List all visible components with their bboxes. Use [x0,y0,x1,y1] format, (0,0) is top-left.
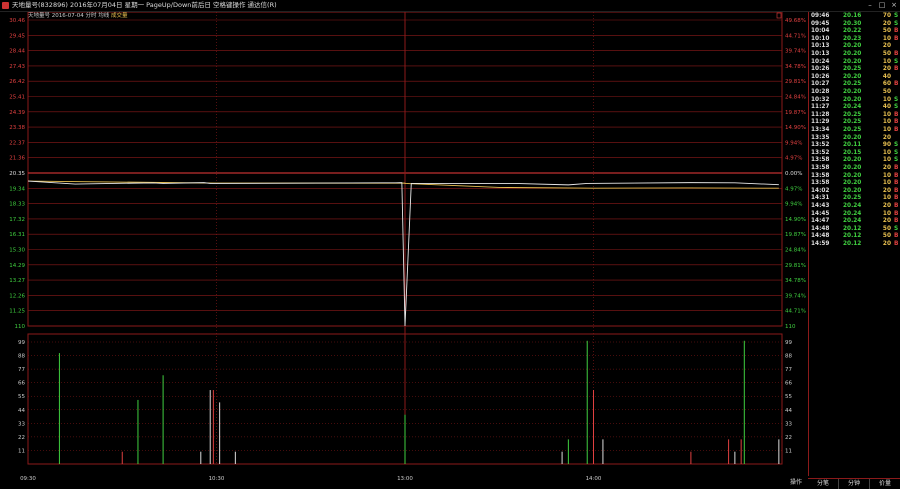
ticker-tabs: 分笔 分钟 价量 [808,478,900,489]
pct-tick-label: 4.97% [785,186,802,192]
volume-tick-label-right: 66 [785,381,792,387]
trade-volume: 20 [882,241,891,247]
intraday-chart[interactable]: 30.46 49.68% 29.45 44.71% 28.44 39.74% 27.43 34… [0,12,808,488]
price-tick-label: 27.43 [9,64,25,70]
trade-row: 14:59 20.12 20 B [809,240,900,248]
pct-tick-label: 9.94% [785,202,802,208]
volume-tick-label: 55 [18,394,25,400]
volume-tick-label: 44 [18,408,25,414]
pct-tick-label: 4.97% [785,156,802,162]
pct-tick-label: 19.87% [785,110,806,116]
price-tick-label: 15.30 [9,248,25,254]
price-tick-label: 30.46 [9,18,25,24]
stock-name: 天地量号 [28,13,51,19]
pct-tick-label: 29.81% [785,79,806,85]
volume-tick-label: 33 [18,421,25,427]
price-tick-label: 14.29 [9,263,25,269]
pct-tick-label: 34.78% [785,278,806,284]
maximize-icon[interactable]: □ [876,0,888,11]
price-tick-label: 20.35 [9,171,25,177]
price-line [27,180,779,327]
price-tick-label: 21.36 [9,156,25,162]
trade-ticker-panel[interactable]: 09:46 20.16 70 S 09:45 20.30 20 S 10:04 20.22 50 B 1… [808,12,900,476]
app-icon [2,2,9,9]
trade-time: 14:59 [811,241,830,247]
pct-tick-label: 110 [785,324,796,330]
volume-tick-label-right: 11 [785,448,792,454]
time-tick-label: 13:00 [397,476,413,482]
trade-side: B [894,241,899,247]
pct-tick-label: 44.71% [785,309,806,315]
pct-tick-label: 0.00% [785,171,802,177]
price-tick-label: 28.44 [9,49,25,55]
pct-tick-label: 34.78% [785,64,806,70]
volume-tick-label: 77 [18,367,25,373]
price-tick-label: 13.27 [9,278,25,284]
title-bar: 天地量号(832896) 2016年07月04日 星期一 PageUp/Down… [0,0,900,12]
price-tick-label: 110 [15,324,26,330]
pct-tick-label: 39.74% [785,49,806,55]
pct-tick-label: 24.84% [785,95,806,101]
chart-subtitle: 天地量号 2016-07-04 分时 均线 成交量 [28,12,128,20]
minimize-icon[interactable]: – [864,0,876,11]
price-tick-label: 11.25 [9,309,25,315]
price-tick-label: 23.38 [9,125,25,131]
avg-price-line [27,180,779,189]
volume-tick-label-right: 88 [785,354,792,360]
price-tick-label: 18.33 [9,202,25,208]
time-tick-label: 10:30 [209,476,225,482]
volume-tick-label-right: 44 [785,408,792,414]
price-tick-label: 17.32 [9,217,25,223]
volume-tick-label: 22 [18,435,25,441]
chart-corner-marker [776,12,782,19]
volume-legend: 成交量 [110,13,128,19]
volume-tick-label-right: 22 [785,435,792,441]
pct-tick-label: 29.81% [785,263,806,269]
volume-tick-label-right: 99 [785,340,792,346]
pct-tick-label: 49.68% [785,18,806,24]
volume-tick-label-right: 55 [785,394,792,400]
trade-price: 20.12 [843,241,862,247]
pct-tick-label: 24.84% [785,248,806,254]
window-title: 天地量号(832896) 2016年07月04日 星期一 PageUp/Down… [12,1,277,9]
pct-tick-label: 39.74% [785,293,806,299]
price-tick-label: 24.39 [9,110,25,116]
price-tick-label: 22.37 [9,140,25,146]
pct-tick-label: 44.71% [785,33,806,39]
price-tick-label: 19.34 [9,186,25,192]
volume-tick-label: 11 [18,448,25,454]
chart-mode: 2016-07-04 分时 均线 [51,13,110,19]
pct-tick-label: 14.90% [785,217,806,223]
volume-tick-label-right: 77 [785,367,792,373]
volume-tick-label-right: 33 [785,421,792,427]
chart-canvas[interactable]: 30.46 49.68% 29.45 44.71% 28.44 39.74% 27.43 34… [0,12,808,488]
time-tick-label: 14:00 [586,476,602,482]
price-tick-label: 26.42 [9,79,25,85]
volume-tick-label: 99 [18,340,25,346]
price-tick-label: 16.31 [9,232,25,238]
price-tick-label: 29.45 [9,33,25,39]
time-tick-label: 09:30 [20,476,36,482]
pct-tick-label: 9.94% [785,140,802,146]
pct-tick-label: 19.87% [785,232,806,238]
operate-button[interactable]: 操作 [786,478,806,488]
volume-tick-label: 66 [18,381,25,387]
price-tick-label: 25.41 [9,95,25,101]
volume-tick-label: 88 [18,354,25,360]
price-tick-label: 12.26 [9,293,25,299]
close-icon[interactable]: × [888,0,900,11]
pct-tick-label: 14.90% [785,125,806,131]
